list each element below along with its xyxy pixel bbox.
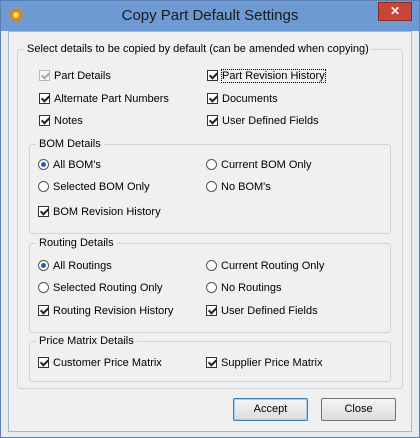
checkbox-label[interactable]: Customer Price Matrix — [53, 357, 162, 369]
current-bom-only-radio[interactable]: Current BOM Only — [206, 158, 311, 172]
price-matrix-details-group: Price Matrix Details Customer Price Matr… — [29, 334, 391, 382]
close-icon: ✕ — [389, 4, 401, 18]
checkbox-box[interactable] — [38, 304, 49, 316]
radio-circle[interactable] — [206, 158, 217, 170]
radio-circle[interactable] — [206, 259, 217, 271]
radio-label[interactable]: All Routings — [53, 260, 112, 272]
checkbox-box[interactable] — [39, 114, 50, 126]
checkbox-label[interactable]: Supplier Price Matrix — [221, 357, 322, 369]
selected-routing-only-radio[interactable]: Selected Routing Only — [38, 281, 162, 295]
dialog-client-area: Select details to be copied by default (… — [8, 31, 412, 432]
checkbox-label[interactable]: BOM Revision History — [53, 206, 161, 218]
routing-revision-history-checkbox[interactable]: Routing Revision History — [38, 304, 173, 318]
checkbox-label[interactable]: User Defined Fields — [222, 115, 319, 127]
part-details-checkbox: Part Details — [39, 69, 111, 83]
dialog-window: Copy Part Default Settings ✕ Select deta… — [0, 0, 420, 438]
all-routings-radio[interactable]: All Routings — [38, 259, 112, 273]
all-boms-radio[interactable]: All BOM's — [38, 158, 101, 172]
radio-circle[interactable] — [38, 158, 49, 170]
default-details-legend: Select details to be copied by default (… — [24, 42, 372, 56]
radio-circle[interactable] — [38, 259, 49, 271]
alternate-part-numbers-checkbox[interactable]: Alternate Part Numbers — [39, 92, 169, 106]
radio-circle[interactable] — [38, 281, 49, 293]
customer-price-matrix-checkbox[interactable]: Customer Price Matrix — [38, 356, 162, 370]
accept-button[interactable]: Accept — [233, 398, 308, 421]
radio-label[interactable]: Current BOM Only — [221, 159, 311, 171]
selected-bom-only-radio[interactable]: Selected BOM Only — [38, 180, 150, 194]
bom-details-legend: BOM Details — [36, 137, 104, 151]
checkbox-box[interactable] — [207, 114, 218, 126]
supplier-price-matrix-checkbox[interactable]: Supplier Price Matrix — [206, 356, 322, 370]
window-close-button[interactable]: ✕ — [378, 2, 412, 21]
routing-details-group: Routing Details All Routings Current Rou… — [29, 236, 391, 333]
radio-circle[interactable] — [38, 180, 49, 192]
checkbox-box[interactable] — [206, 356, 217, 368]
default-details-group: Select details to be copied by default (… — [17, 42, 403, 389]
checkbox-label[interactable]: Notes — [54, 115, 83, 127]
no-boms-radio[interactable]: No BOM's — [206, 180, 271, 194]
checkbox-label[interactable]: Part Revision History — [221, 69, 326, 83]
radio-circle[interactable] — [206, 281, 217, 293]
bom-details-group: BOM Details All BOM's Current BOM Only S… — [29, 137, 391, 234]
documents-checkbox[interactable]: Documents — [207, 92, 278, 106]
radio-label[interactable]: No Routings — [221, 282, 282, 294]
checkbox-label[interactable]: Routing Revision History — [53, 305, 173, 317]
radio-circle[interactable] — [206, 180, 217, 192]
price-matrix-details-legend: Price Matrix Details — [36, 334, 137, 348]
routing-user-defined-fields-checkbox[interactable]: User Defined Fields — [206, 304, 318, 318]
radio-label[interactable]: No BOM's — [221, 181, 271, 193]
part-revision-history-checkbox[interactable]: Part Revision History — [207, 69, 326, 83]
checkbox-box[interactable] — [207, 69, 218, 81]
routing-details-legend: Routing Details — [36, 236, 117, 250]
checkbox-box[interactable] — [39, 92, 50, 104]
radio-label[interactable]: All BOM's — [53, 159, 101, 171]
window-title: Copy Part Default Settings — [121, 7, 299, 24]
close-button[interactable]: Close — [321, 398, 396, 421]
checkbox-box[interactable] — [207, 92, 218, 104]
checkbox-box[interactable] — [38, 356, 49, 368]
user-defined-fields-checkbox[interactable]: User Defined Fields — [207, 114, 319, 128]
checkbox-label[interactable]: Documents — [222, 93, 278, 105]
checkbox-box[interactable] — [38, 205, 49, 217]
bom-revision-history-checkbox[interactable]: BOM Revision History — [38, 205, 161, 219]
checkbox-box — [39, 69, 50, 81]
radio-label[interactable]: Current Routing Only — [221, 260, 324, 272]
checkbox-box[interactable] — [206, 304, 217, 316]
no-routings-radio[interactable]: No Routings — [206, 281, 282, 295]
radio-label[interactable]: Selected BOM Only — [53, 181, 150, 193]
current-routing-only-radio[interactable]: Current Routing Only — [206, 259, 324, 273]
checkbox-label[interactable]: User Defined Fields — [221, 305, 318, 317]
notes-checkbox[interactable]: Notes — [39, 114, 83, 128]
checkbox-label: Part Details — [54, 70, 111, 82]
radio-label[interactable]: Selected Routing Only — [53, 282, 162, 294]
checkbox-label[interactable]: Alternate Part Numbers — [54, 93, 169, 105]
title-bar[interactable]: Copy Part Default Settings ✕ — [1, 1, 419, 31]
